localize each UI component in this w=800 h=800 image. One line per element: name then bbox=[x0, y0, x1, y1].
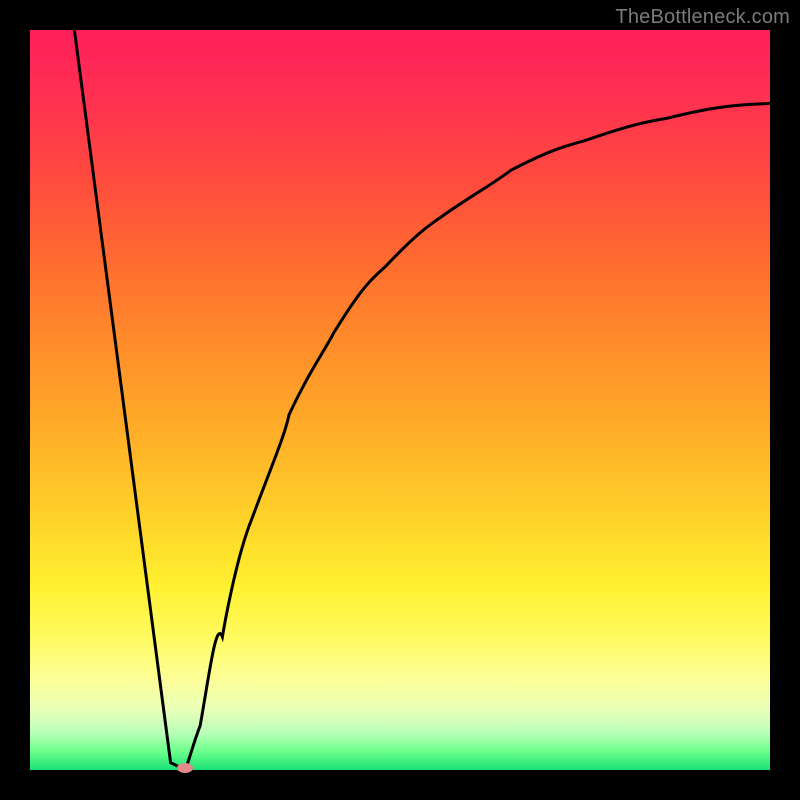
watermark-text: TheBottleneck.com bbox=[615, 6, 790, 29]
plot-area bbox=[30, 30, 770, 770]
curve-right-rise bbox=[185, 103, 770, 770]
min-marker-dot bbox=[177, 763, 193, 773]
curve-left-descent bbox=[74, 30, 185, 770]
bottleneck-curve bbox=[30, 30, 770, 770]
chart-frame: TheBottleneck.com bbox=[0, 0, 800, 800]
